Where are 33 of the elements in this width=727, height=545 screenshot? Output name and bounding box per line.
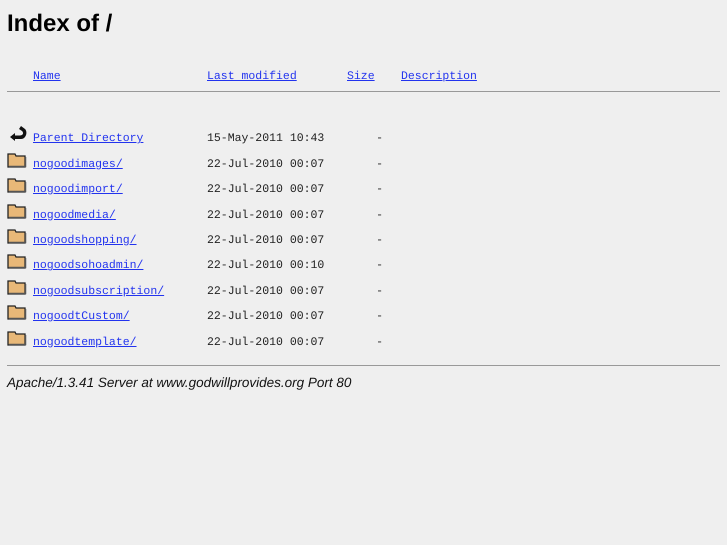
modified-date: 22-Jul-2010 00:07 xyxy=(207,284,326,298)
column-header-link[interactable]: Description xyxy=(401,70,477,83)
file-size: - xyxy=(375,310,384,324)
directory-link[interactable]: nogoodmedia/ xyxy=(33,208,116,222)
server-signature: Apache/1.3.41 Server at www.godwillprovides.org Port 80 xyxy=(7,374,352,390)
directory-link[interactable]: nogoodsohoadmin/ xyxy=(33,259,144,272)
modified-date: 22-Jul-2010 00:07 xyxy=(207,183,326,196)
file-size: - xyxy=(375,158,384,171)
modified-date: 22-Jul-2010 00:07 xyxy=(207,208,326,222)
directory-link[interactable]: nogoodsubscription/ xyxy=(33,284,164,298)
modified-date: 22-Jul-2010 00:10 xyxy=(207,259,326,272)
directory-link[interactable]: nogoodtemplate/ xyxy=(33,336,137,349)
page-title: Index of / xyxy=(7,10,114,38)
modified-date: 22-Jul-2010 00:07 xyxy=(207,336,326,349)
directory-link[interactable]: nogoodshopping/ xyxy=(33,234,137,247)
directory-link[interactable]: Parent Directory xyxy=(33,132,144,146)
modified-date: 22-Jul-2010 00:07 xyxy=(207,234,326,247)
file-size: - xyxy=(375,259,384,272)
file-size: - xyxy=(375,234,384,247)
directory-link[interactable]: nogoodimages/ xyxy=(33,158,123,171)
modified-date: 22-Jul-2010 00:07 xyxy=(207,310,326,324)
column-header-link[interactable]: Last modified xyxy=(207,70,297,83)
file-size: - xyxy=(375,132,384,146)
modified-date: 22-Jul-2010 00:07 xyxy=(207,158,326,171)
column-header-link[interactable]: Size xyxy=(347,70,375,83)
column-header-link[interactable]: Name xyxy=(33,70,61,83)
directory-link[interactable]: nogoodtCustom/ xyxy=(33,310,130,324)
directory-link[interactable]: nogoodimport/ xyxy=(33,183,123,196)
file-size: - xyxy=(375,284,384,298)
file-size: - xyxy=(375,183,384,196)
modified-date: 15-May-2011 10:43 xyxy=(207,132,326,146)
file-size: - xyxy=(375,208,384,222)
file-size: - xyxy=(375,336,384,349)
